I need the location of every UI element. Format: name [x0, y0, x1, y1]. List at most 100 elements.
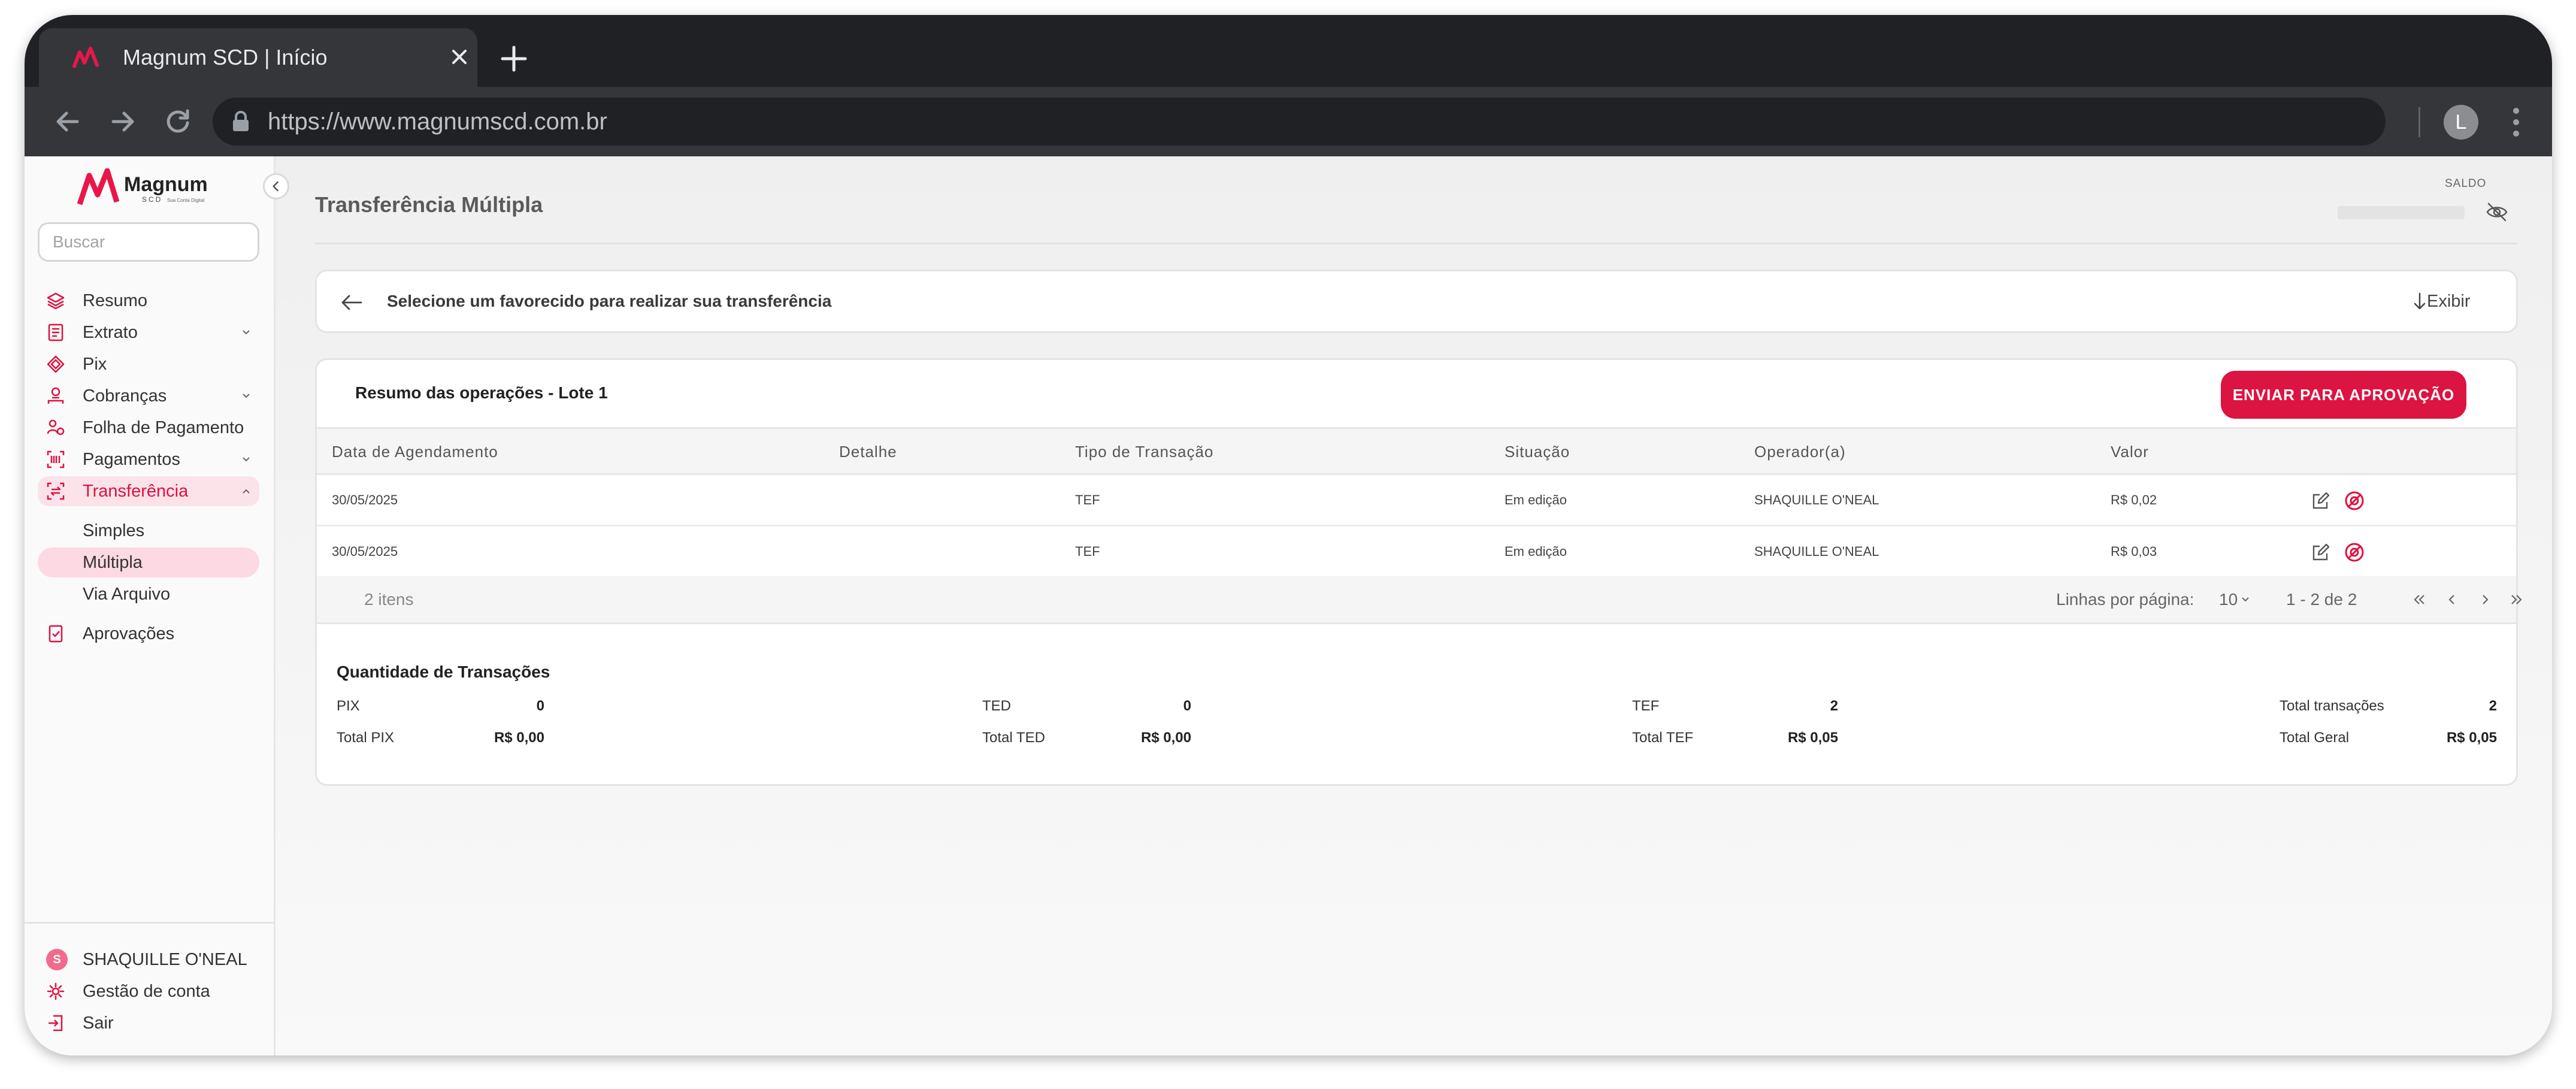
user-name: SHAQUILLE O'NEAL — [83, 950, 247, 969]
total-ted-value: R$ 0,00 — [1140, 730, 1191, 746]
browser-tab[interactable]: Magnum SCD | Início — [39, 28, 477, 87]
tab-title: Magnum SCD | Início — [123, 45, 328, 69]
table-pagination: 2 itens Linhas por página: 10 1 - 2 de 2 — [317, 576, 2522, 624]
toolbar-divider — [2418, 107, 2420, 137]
send-for-approval-button[interactable]: ENVIAR PARA APROVAÇÃO — [2221, 371, 2466, 419]
reload-icon[interactable] — [161, 105, 195, 138]
browser-window: Magnum SCD | Início https://www.magnumsc… — [25, 15, 2552, 1055]
logo-sub: SCD — [142, 195, 162, 204]
operations-summary-card: Resumo das operações - Lote 1 ENVIAR PAR… — [315, 358, 2522, 786]
chevron-down-icon — [243, 457, 250, 462]
tef-count: 2 — [1830, 698, 1838, 714]
next-page-icon[interactable] — [2477, 592, 2493, 607]
show-toggle[interactable]: Exibir — [2427, 271, 2471, 331]
cell-status: Em edição — [1505, 492, 1567, 507]
sidebar-item-sair[interactable]: Sair — [38, 1008, 259, 1038]
ted-label: TED — [982, 698, 1011, 714]
sidebar: Magnum SCD Sua Conta Digital Resumo Ex — [25, 156, 276, 1055]
cell-status: Em edição — [1505, 544, 1567, 559]
summary-title: Resumo das operações - Lote 1 — [355, 383, 608, 402]
browser-toolbar: https://www.magnumscd.com.br L — [25, 87, 2552, 156]
sidebar-user[interactable]: SHAQUILLE O'NEAL — [38, 945, 259, 975]
table-row[interactable]: 30/05/2025 TEF Em edição SHAQUILLE O'NEA… — [317, 527, 2516, 578]
table-row[interactable]: 30/05/2025 TEF Em edição SHAQUILLE O'NEA… — [317, 475, 2516, 527]
column-header: Data de Agendamento — [332, 443, 498, 461]
chevron-down-icon[interactable] — [2241, 597, 2250, 603]
cell-type: TEF — [1075, 492, 1100, 507]
cell-operator: SHAQUILLE O'NEAL — [1754, 492, 1879, 507]
address-bar[interactable]: https://www.magnumscd.com.br — [213, 98, 2386, 146]
cell-date: 30/05/2025 — [332, 544, 398, 559]
sidebar-item-label: Folha de Pagamento — [83, 418, 244, 437]
layers-icon — [47, 292, 65, 310]
cancel-icon[interactable] — [2344, 490, 2365, 512]
column-header: Detalhe — [839, 443, 897, 461]
arrow-down-icon — [2414, 292, 2426, 310]
sidebar-item-label: Pix — [83, 355, 107, 374]
sidebar-divider — [25, 922, 276, 924]
logo-tagline: Sua Conta Digital — [167, 198, 204, 203]
sidebar-item-extrato[interactable]: Extrato — [38, 317, 259, 347]
sidebar-item-label: Aprovações — [83, 624, 175, 643]
sidebar-item-aprovacoes[interactable]: Aprovações — [38, 619, 259, 649]
sidebar-item-resumo[interactable]: Resumo — [38, 286, 259, 316]
sidebar-subitem-via-arquivo[interactable]: Via Arquivo — [38, 579, 259, 609]
new-tab-icon[interactable] — [498, 43, 530, 75]
rows-per-page-select[interactable]: 10 — [2219, 576, 2238, 623]
prev-page-icon[interactable] — [2444, 592, 2460, 607]
sidebar-item-label: Sair — [83, 1014, 114, 1033]
url-text: https://www.magnumscd.com.br — [268, 108, 607, 135]
cancel-icon[interactable] — [2344, 542, 2365, 563]
gear-icon — [47, 982, 65, 1000]
collapse-sidebar-icon[interactable] — [263, 173, 289, 199]
total-transactions-value: 2 — [2489, 698, 2497, 714]
arrow-left-icon[interactable] — [340, 292, 364, 313]
total-ted-label: Total TED — [982, 730, 1045, 746]
cell-value: R$ 0,03 — [2111, 544, 2157, 559]
magnum-logo: Magnum SCD Sua Conta Digital — [77, 168, 208, 205]
sidebar-item-cobrancas[interactable]: Cobranças — [38, 381, 259, 411]
close-tab-icon[interactable] — [446, 44, 473, 70]
profile-avatar[interactable]: L — [2444, 105, 2478, 140]
sidebar-subitem-multipla[interactable]: Múltipla — [38, 547, 259, 577]
pix-count: 0 — [536, 698, 544, 714]
ted-count: 0 — [1183, 698, 1191, 714]
last-page-icon[interactable] — [2509, 592, 2524, 607]
cell-date: 30/05/2025 — [332, 492, 398, 507]
column-header: Situação — [1505, 443, 1570, 461]
sidebar-item-pagamentos[interactable]: Pagamentos — [38, 444, 259, 474]
sidebar-subitem-simples[interactable]: Simples — [38, 516, 259, 546]
first-page-icon[interactable] — [2411, 592, 2427, 607]
column-header: Tipo de Transação — [1075, 443, 1214, 461]
logout-icon — [49, 1015, 63, 1031]
total-tef-label: Total TEF — [1632, 730, 1694, 746]
sidebar-subitem-label: Via Arquivo — [83, 585, 171, 604]
total-geral-value: R$ 0,05 — [2446, 730, 2497, 746]
edit-icon[interactable] — [2311, 543, 2330, 562]
logo-text: Magnum — [124, 173, 208, 196]
select-recipient-card[interactable]: Selecione um favorecido para realizar su… — [315, 270, 2518, 333]
cell-type: TEF — [1075, 544, 1100, 559]
select-recipient-text: Selecione um favorecido para realizar su… — [387, 292, 832, 310]
barcode-icon — [47, 450, 65, 468]
more-menu-icon[interactable] — [2510, 105, 2522, 140]
column-header: Valor — [2111, 443, 2149, 461]
cell-value: R$ 0,02 — [2111, 492, 2157, 507]
sidebar-item-gestao-de-conta[interactable]: Gestão de conta — [38, 976, 259, 1006]
cell-operator: SHAQUILLE O'NEAL — [1754, 544, 1879, 559]
header-divider — [315, 243, 2518, 244]
search-input[interactable] — [38, 222, 259, 262]
back-icon[interactable] — [51, 105, 84, 138]
sidebar-item-transferencia[interactable]: Transferência — [38, 476, 259, 506]
forward-icon[interactable] — [106, 105, 140, 138]
saldo-hidden-value — [2338, 206, 2465, 219]
edit-icon[interactable] — [2311, 491, 2330, 510]
eye-off-icon[interactable] — [2485, 201, 2509, 223]
sidebar-item-label: Gestão de conta — [83, 982, 210, 1001]
receipt-icon — [48, 323, 63, 341]
items-count: 2 itens — [364, 590, 414, 609]
sidebar-item-pix[interactable]: Pix — [38, 349, 259, 379]
sidebar-item-folha-de-pagamento[interactable]: Folha de Pagamento — [38, 413, 259, 443]
sidebar-subitem-label: Simples — [83, 521, 145, 540]
table-header: Data de Agendamento Detalhe Tipo de Tran… — [317, 427, 2516, 475]
